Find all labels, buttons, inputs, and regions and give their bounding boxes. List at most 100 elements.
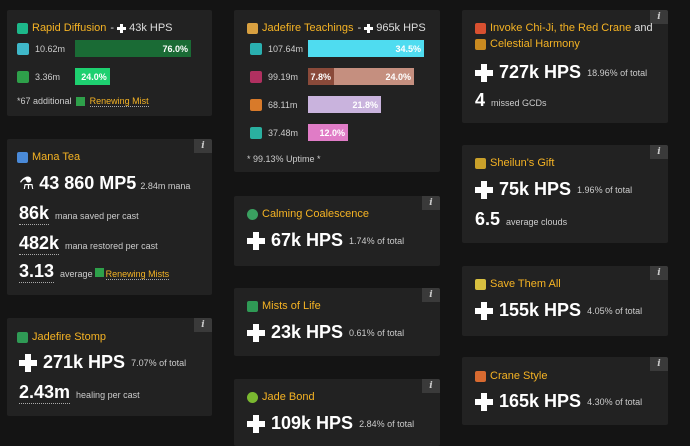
card-title: Sheilun's Gift (475, 157, 554, 169)
jade-bond-card: i Jade Bond 109k HPS 2.84% of total (234, 379, 440, 446)
hps-row: 23k HPS 0.61% of total (247, 322, 404, 343)
bar-segment: 21.8% (308, 96, 381, 113)
calming-coalescence-icon (247, 208, 258, 220)
invoke-chiji-card: i Invoke Chi-Ji, the Red Crane and Celes… (462, 10, 668, 123)
sheiluns-gift-title[interactable]: Sheilun's Gift (490, 157, 554, 169)
info-button[interactable]: i (650, 357, 668, 371)
heal-cross-icon (117, 23, 127, 33)
additional-note: *67 additional Renewing Mist (17, 96, 149, 107)
jade-bond-title[interactable]: Jade Bond (262, 391, 315, 403)
heal-cross-icon (19, 353, 37, 372)
mana-value: 2.84m mana (140, 181, 191, 191)
hps-percent: 4.05% of total (587, 305, 643, 316)
heal-cross-icon (247, 414, 265, 433)
jadefire-stomp-card: i Jadefire Stomp 271k HPS 7.07% of total… (7, 318, 212, 416)
breakdown-row: 10.62m 76.0% (17, 40, 191, 57)
hps-value: 165k HPS (499, 391, 582, 411)
save-them-all-icon (475, 278, 486, 290)
card-title: Crane Style (475, 370, 547, 382)
breakdown-value: 3.36m (35, 71, 61, 82)
hps-value: 271k HPS (43, 352, 126, 372)
jadefire-teachings-icon (247, 22, 258, 34)
info-button[interactable]: i (422, 379, 440, 393)
card-title: Invoke Chi-Ji, the Red Crane and (475, 22, 653, 34)
renewing-mist-icon (94, 268, 104, 277)
title-and: and (634, 22, 653, 34)
breakdown-value: 68.11m (268, 99, 298, 110)
breakdown-bar: 34.5% (308, 40, 424, 57)
rapid-diffusion-title[interactable]: Rapid Diffusion (32, 22, 106, 34)
info-button[interactable]: i (650, 266, 668, 280)
heal-cross-icon (475, 63, 493, 82)
bar-segment: 7.8% (308, 68, 334, 85)
info-button[interactable]: i (422, 288, 440, 302)
title-separator: - (110, 22, 115, 34)
info-button[interactable]: i (194, 139, 212, 153)
celestial-harmony-icon (475, 38, 486, 50)
spell-icon (250, 42, 262, 55)
breakdown-value: 107.64m (268, 43, 304, 54)
invoke-chiji-title[interactable]: Invoke Chi-Ji, the Red Crane (490, 22, 631, 34)
hps-percent: 1.74% of total (349, 235, 405, 246)
bar-segment: 76.0% (75, 40, 191, 57)
jade-bond-icon (247, 391, 258, 403)
clouds-label: average clouds (506, 217, 568, 227)
crane-style-card: i Crane Style 165k HPS 4.30% of total (462, 357, 668, 425)
note-prefix: *67 additional (17, 96, 72, 106)
heal-cross-icon (364, 23, 374, 33)
heal-cross-icon (475, 180, 493, 199)
mana-saved-value: 86k (19, 203, 50, 225)
hps-percent: 2.84% of total (359, 418, 415, 429)
breakdown-value: 99.19m (268, 71, 299, 82)
breakdown-row: 68.11m 21.8% (250, 96, 424, 113)
hps-row: 75k HPS 1.96% of total (475, 179, 632, 200)
hps-percent: 18.96% of total (587, 67, 648, 78)
heal-cross-icon (475, 392, 493, 411)
hps-row: 727k HPS 18.96% of total (475, 62, 647, 83)
spell-icon (250, 70, 262, 83)
breakdown-row: 107.64m 34.5% (250, 40, 424, 57)
mana-saved-label: mana saved per cast (55, 211, 139, 221)
jadefire-teachings-title[interactable]: Jadefire Teachings (262, 22, 354, 34)
mp5-row: ⚗ 43 860 MP5 2.84m mana (19, 173, 190, 194)
info-button[interactable]: i (650, 145, 668, 159)
hps-value: 67k HPS (271, 230, 344, 250)
calming-coalescence-title[interactable]: Calming Coalescence (262, 208, 369, 220)
hps-percent: 1.96% of total (577, 184, 633, 195)
info-button[interactable]: i (422, 196, 440, 210)
mana-tea-card: i Mana Tea ⚗ 43 860 MP5 2.84m mana 86k m… (7, 139, 212, 295)
hps-value: 109k HPS (271, 413, 354, 433)
missed-value: 4 (475, 90, 486, 110)
crane-style-title[interactable]: Crane Style (490, 370, 547, 382)
rapid-diffusion-card: Rapid Diffusion - 43k HPS 10.62m 76.0% 3… (7, 10, 212, 116)
calming-coalescence-card: i Calming Coalescence 67k HPS 1.74% of t… (234, 196, 440, 266)
info-button[interactable]: i (650, 10, 668, 24)
jadefire-teachings-card: Jadefire Teachings - 965k HPS 107.64m 34… (234, 10, 440, 172)
bar-segment: 24.0% (75, 68, 110, 85)
hps-row: 271k HPS 7.07% of total (19, 352, 186, 373)
heal-cross-icon (247, 231, 265, 250)
hps-row: 109k HPS 2.84% of total (247, 413, 414, 434)
mists-of-life-title[interactable]: Mists of Life (262, 300, 321, 312)
hps-row: 155k HPS 4.05% of total (475, 300, 642, 321)
save-them-all-title[interactable]: Save Them All (490, 278, 561, 290)
mana-tea-title[interactable]: Mana Tea (32, 151, 80, 163)
card-title: Jadefire Teachings - 965k HPS (247, 22, 426, 34)
hps-percent: 4.30% of total (587, 396, 643, 407)
card-title: Save Them All (475, 278, 561, 290)
mana-restored-row: 482k mana restored per cast (19, 233, 158, 255)
jadefire-stomp-icon (17, 331, 28, 343)
heal-cross-icon (475, 301, 493, 320)
hps-value: 727k HPS (499, 62, 582, 82)
info-button[interactable]: i (194, 318, 212, 332)
breakdown-value: 10.62m (35, 43, 66, 54)
renewing-mist-link[interactable]: Renewing Mist (89, 96, 149, 107)
celestial-harmony-title[interactable]: Celestial Harmony (490, 38, 580, 50)
card-title: Jade Bond (247, 391, 315, 403)
breakdown-bar: 76.0% (75, 40, 191, 57)
renewing-mists-link[interactable]: Renewing Mists (105, 269, 170, 280)
jadefire-stomp-title[interactable]: Jadefire Stomp (32, 331, 106, 343)
breakdown-row: 99.19m 7.8% 24.0% (250, 68, 424, 85)
mana-restored-value: 482k (19, 233, 60, 255)
mana-tea-icon (17, 151, 28, 163)
